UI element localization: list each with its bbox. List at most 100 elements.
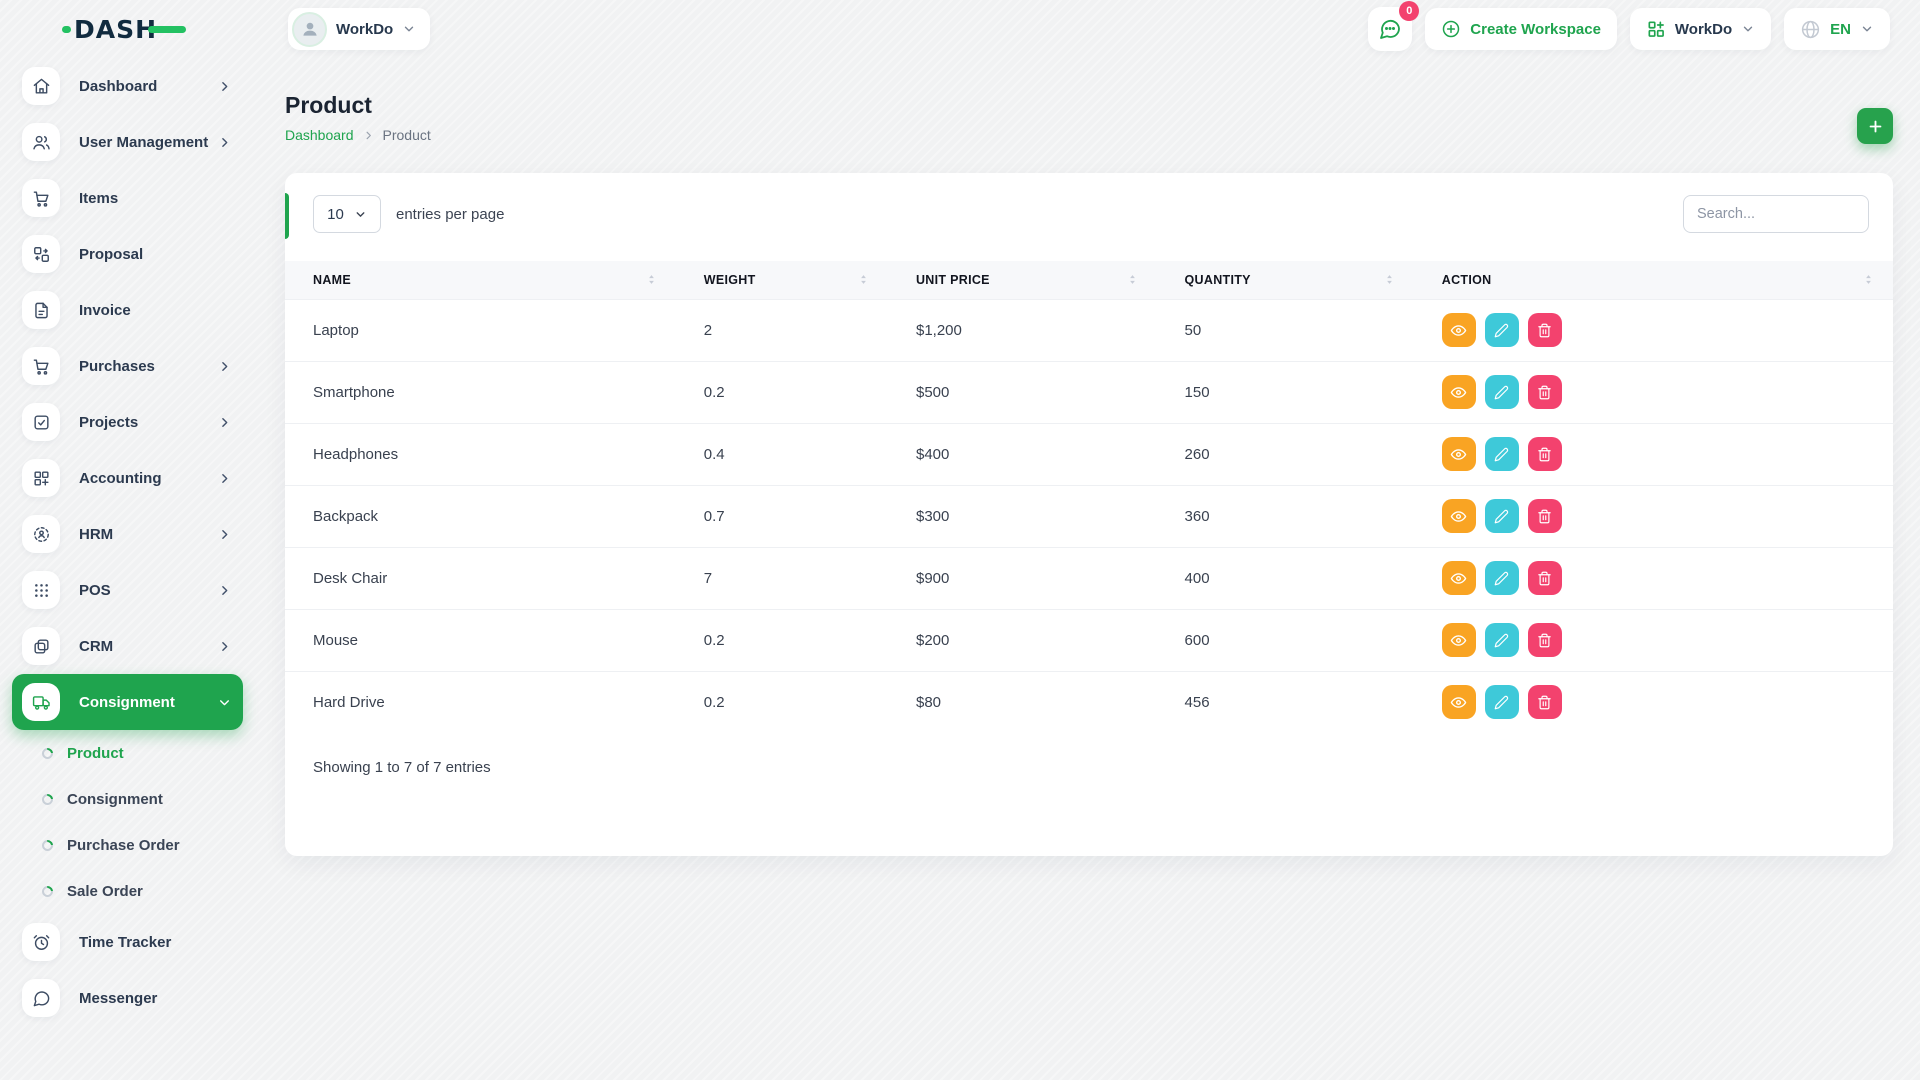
sidebar-subitem-sale-order[interactable]: Sale Order (0, 868, 285, 914)
cell-unit-price: $500 (888, 361, 1157, 423)
product-table: NAME WEIGHT UNIT PRICE QUANTITY ACTION L… (285, 261, 1893, 733)
sort-icon[interactable] (1862, 273, 1875, 286)
cell-quantity: 50 (1157, 299, 1414, 361)
chevron-right-icon (218, 472, 231, 485)
sidebar-item-items[interactable]: Items (12, 170, 243, 226)
table-footer-status: Showing 1 to 7 of 7 entries (285, 733, 1893, 802)
view-button[interactable] (1442, 685, 1476, 719)
delete-button[interactable] (1528, 437, 1562, 471)
sort-icon[interactable] (1126, 273, 1139, 286)
sidebar-item-dashboard[interactable]: Dashboard (12, 58, 243, 114)
sort-icon[interactable] (1383, 273, 1396, 286)
breadcrumb-dashboard-link[interactable]: Dashboard (285, 127, 354, 143)
edit-button[interactable] (1485, 375, 1519, 409)
edit-button[interactable] (1485, 623, 1519, 657)
entries-per-page-label: entries per page (396, 206, 504, 223)
logo-container: DASH (0, 12, 285, 46)
sidebar-item-crm[interactable]: CRM (12, 618, 243, 674)
trash-icon (1537, 633, 1552, 648)
delete-button[interactable] (1528, 313, 1562, 347)
sidebar-item-user-management[interactable]: User Management (12, 114, 243, 170)
delete-button[interactable] (1528, 685, 1562, 719)
chevron-down-icon (354, 208, 367, 221)
topbar-right-group: 0 Create Workspace WorkDo EN (1368, 7, 1920, 51)
language-selector[interactable]: EN (1784, 8, 1890, 50)
create-workspace-button[interactable]: Create Workspace (1425, 8, 1617, 50)
plus-icon (1867, 118, 1884, 135)
sidebar-item-accounting[interactable]: Accounting (12, 450, 243, 506)
sidebar-subitem-consignment[interactable]: Consignment (0, 776, 285, 822)
cart-icon (22, 347, 60, 385)
sidebar-item-label: Accounting (79, 470, 218, 487)
search-input[interactable] (1683, 195, 1869, 233)
edit-button[interactable] (1485, 561, 1519, 595)
sidebar-item-invoice[interactable]: Invoice (12, 282, 243, 338)
delete-button[interactable] (1528, 499, 1562, 533)
row-actions (1442, 685, 1875, 719)
entries-per-page-select[interactable]: 10 (313, 195, 381, 233)
sidebar-item-time-tracker[interactable]: Time Tracker (12, 914, 243, 970)
edit-button[interactable] (1485, 437, 1519, 471)
sidebar-item-projects[interactable]: Projects (12, 394, 243, 450)
pencil-icon (1494, 509, 1509, 524)
cell-name: Desk Chair (285, 547, 676, 609)
dash-logo[interactable]: DASH (62, 12, 285, 46)
view-button[interactable] (1442, 623, 1476, 657)
add-product-button[interactable] (1857, 108, 1893, 144)
chevron-down-icon (1741, 22, 1755, 36)
sort-icon[interactable] (645, 273, 658, 286)
sidebar-subitem-label: Consignment (67, 791, 163, 808)
edit-button[interactable] (1485, 313, 1519, 347)
bullet-icon (40, 883, 55, 898)
trash-icon (1537, 385, 1552, 400)
cell-unit-price: $80 (888, 671, 1157, 733)
sidebar-item-proposal[interactable]: Proposal (12, 226, 243, 282)
sidebar-item-label: POS (79, 582, 218, 599)
chevron-right-icon (218, 360, 231, 373)
grid-plus-icon (22, 459, 60, 497)
view-button[interactable] (1442, 375, 1476, 409)
chevron-down-icon (218, 696, 231, 709)
eye-icon (1450, 322, 1467, 339)
workspace-switcher-label: WorkDo (1675, 21, 1732, 38)
trash-icon (1537, 323, 1552, 338)
view-button[interactable] (1442, 499, 1476, 533)
sidebar-subitem-purchase-order[interactable]: Purchase Order (0, 822, 285, 868)
table-row: Mouse 0.2 $200 600 (285, 609, 1893, 671)
chevron-right-icon (218, 416, 231, 429)
delete-button[interactable] (1528, 561, 1562, 595)
eye-icon (1450, 694, 1467, 711)
sort-icon[interactable] (857, 273, 870, 286)
pencil-icon (1494, 323, 1509, 338)
delete-button[interactable] (1528, 375, 1562, 409)
sidebar-item-hrm[interactable]: HRM (12, 506, 243, 562)
breadcrumb: Dashboard Product (285, 127, 1893, 143)
chevron-down-icon (402, 22, 416, 36)
user-workspace-pill[interactable]: WorkDo (288, 8, 430, 50)
cell-weight: 0.2 (676, 609, 888, 671)
sidebar-item-messenger[interactable]: Messenger (12, 970, 243, 1026)
delete-button[interactable] (1528, 623, 1562, 657)
edit-button[interactable] (1485, 685, 1519, 719)
view-button[interactable] (1442, 561, 1476, 595)
eye-icon (1450, 384, 1467, 401)
messages-button[interactable]: 0 (1368, 7, 1412, 51)
sidebar-subitem-product[interactable]: Product (0, 730, 285, 776)
workspace-switcher[interactable]: WorkDo (1630, 8, 1771, 50)
sidebar-item-label: HRM (79, 526, 218, 543)
cell-name: Backpack (285, 485, 676, 547)
sidebar-item-purchases[interactable]: Purchases (12, 338, 243, 394)
sidebar-item-consignment[interactable]: Consignment (12, 674, 243, 730)
sidebar-item-pos[interactable]: POS (12, 562, 243, 618)
sidebar-subitem-label: Purchase Order (67, 837, 180, 854)
edit-button[interactable] (1485, 499, 1519, 533)
table-controls: 10 entries per page (285, 173, 1893, 253)
view-button[interactable] (1442, 313, 1476, 347)
row-actions (1442, 313, 1875, 347)
eye-icon (1450, 570, 1467, 587)
sidebar-item-label: CRM (79, 638, 218, 655)
cell-name: Smartphone (285, 361, 676, 423)
cell-weight: 0.2 (676, 361, 888, 423)
view-button[interactable] (1442, 437, 1476, 471)
pencil-icon (1494, 695, 1509, 710)
